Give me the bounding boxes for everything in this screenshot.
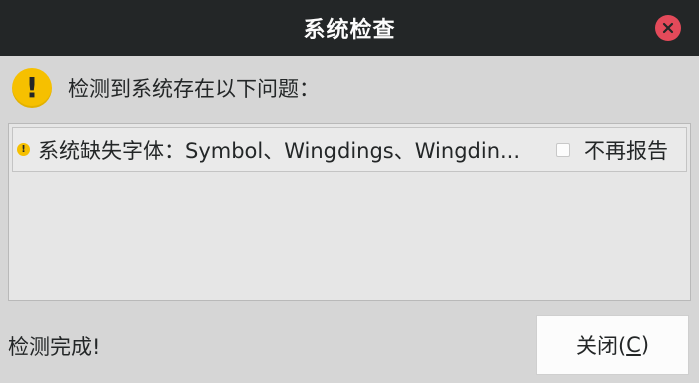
status-text: 检测完成! xyxy=(8,335,101,359)
dont-report-label[interactable]: 不再报告 xyxy=(584,135,668,165)
window-close-button[interactable] xyxy=(655,15,681,41)
close-button-label-prefix: 关闭( xyxy=(575,334,627,358)
close-button[interactable]: 关闭(C) xyxy=(536,315,689,375)
issue-text: 系统缺失字体：Symbol、Wingdings、Wingdin... xyxy=(38,138,521,163)
close-button-mnemonic: C xyxy=(626,333,641,357)
close-button-label-suffix: ) xyxy=(640,333,650,357)
header-row: ! 检测到系统存在以下问题： xyxy=(12,68,320,108)
issue-list[interactable]: ! 系统缺失字体：Symbol、Wingdings、Wingdin... 不再报… xyxy=(8,123,691,301)
dont-report-checkbox[interactable] xyxy=(556,142,570,157)
window-title: 系统检查 xyxy=(303,18,396,43)
close-icon xyxy=(662,22,674,34)
system-check-dialog: 系统检查 ! 检测到系统存在以下问题： ! 系统缺失字体：Symbol、Wing… xyxy=(0,0,699,383)
title-bar: 系统检查 xyxy=(0,0,699,56)
warning-small-icon: ! xyxy=(17,143,30,156)
list-item[interactable]: ! 系统缺失字体：Symbol、Wingdings、Wingdin... 不再报… xyxy=(12,127,687,172)
header-message: 检测到系统存在以下问题： xyxy=(68,77,320,101)
warning-icon: ! xyxy=(12,68,52,108)
